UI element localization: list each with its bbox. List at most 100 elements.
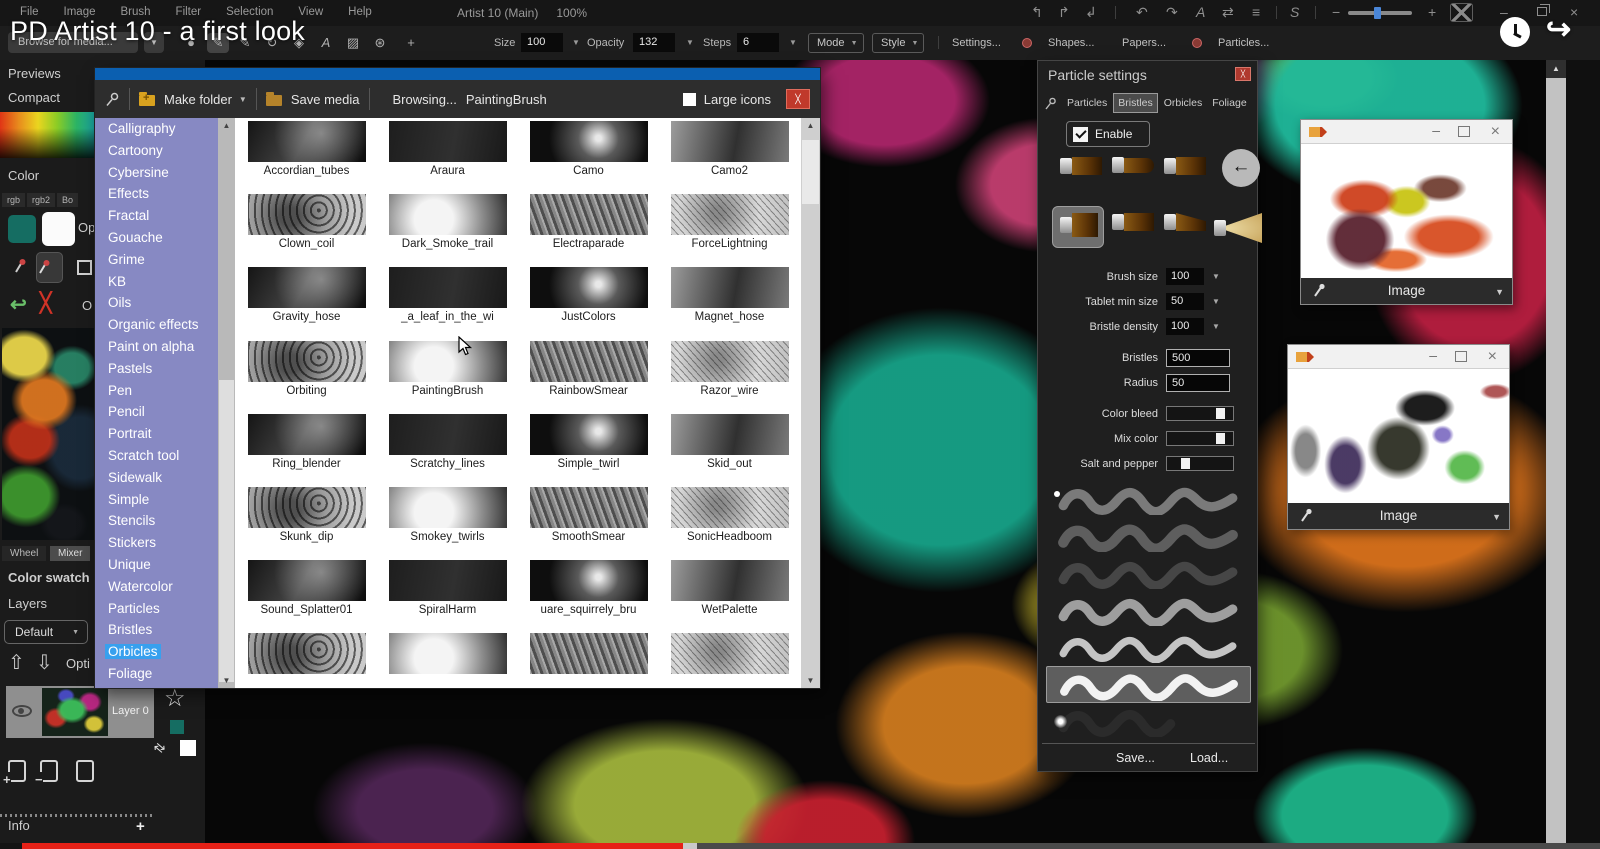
media-item[interactable]: Smokey_twirls (377, 487, 518, 560)
mini-primary-swatch[interactable] (170, 720, 184, 734)
lines-icon[interactable]: ≡ (1252, 4, 1260, 20)
layer-up-icon[interactable]: ⇧ (8, 650, 25, 675)
media-thumbnail[interactable] (389, 341, 507, 382)
media-item[interactable]: Ring_blender (236, 414, 377, 487)
field-input[interactable]: 500 (1166, 349, 1230, 367)
stroke-preset[interactable] (1046, 703, 1251, 740)
stroke-preset[interactable] (1046, 592, 1251, 629)
field-value[interactable]: 100 (1166, 318, 1204, 335)
image-dropdown[interactable]: Image (1301, 283, 1512, 298)
mini-secondary-swatch[interactable] (180, 740, 196, 756)
media-item[interactable]: SonicHeadboom (659, 487, 800, 560)
media-thumbnail[interactable] (389, 414, 507, 455)
layer-down-icon[interactable]: ⇩ (36, 650, 53, 675)
media-thumbnail[interactable] (530, 194, 648, 235)
papers-button[interactable]: Papers... (1122, 37, 1166, 49)
scroll-down-icon[interactable]: ▼ (801, 676, 820, 685)
transform-right-icon[interactable]: ↱ (1058, 4, 1070, 21)
slider-track[interactable] (1166, 431, 1234, 446)
media-item[interactable]: SmoothSmear (518, 487, 659, 560)
brush-preset-round-icon[interactable] (1112, 157, 1154, 173)
category-item[interactable]: Calligraphy (105, 121, 218, 143)
secondary-color-swatch[interactable] (42, 212, 75, 246)
sidebar-checkbox[interactable] (77, 260, 92, 275)
image-canvas[interactable] (1288, 370, 1509, 505)
color-swatch-label[interactable]: Color swatch (8, 570, 90, 585)
color-gradient-picker[interactable] (0, 112, 95, 158)
maximize-icon[interactable] (1458, 126, 1470, 137)
size-dropdown-icon[interactable]: ▼ (572, 38, 580, 47)
brush-preset-flat-icon[interactable] (1060, 157, 1102, 175)
media-thumbnail[interactable] (671, 341, 789, 382)
dropdown-arrow-icon[interactable]: ▼ (1212, 297, 1220, 306)
media-item[interactable]: Simple_twirl (518, 414, 659, 487)
style-dropdown[interactable]: Style (872, 33, 924, 53)
media-item[interactable]: uare_squirrely_bru (518, 560, 659, 633)
brush-preset-flat3-icon[interactable] (1112, 213, 1154, 231)
media-thumbnail[interactable] (530, 414, 648, 455)
steps-value[interactable]: 6 (737, 33, 779, 52)
mode-dropdown[interactable]: Mode (808, 33, 864, 53)
particle-tab[interactable]: Particles (1063, 94, 1111, 112)
field-value[interactable]: 100 (1166, 268, 1204, 285)
toolbox-icon[interactable] (1450, 3, 1473, 22)
compact-label[interactable]: Compact (8, 90, 60, 105)
dialog-titlebar[interactable] (95, 68, 820, 80)
load-button[interactable]: Load... (1190, 751, 1228, 765)
category-item[interactable]: Stickers (105, 535, 218, 557)
particle-tab[interactable]: Foliage (1208, 94, 1250, 112)
category-item[interactable]: Cartoony (105, 143, 218, 165)
color-tab[interactable]: Bo (57, 193, 78, 207)
layer-blend-dropdown[interactable]: Default (4, 620, 88, 644)
media-item[interactable]: Razor_wire (659, 341, 800, 414)
opacity-value[interactable]: 132 (633, 33, 675, 52)
media-thumbnail[interactable] (671, 121, 789, 162)
scrollbar-thumb[interactable] (219, 380, 234, 682)
primary-color-swatch[interactable] (8, 215, 36, 243)
media-thumbnail[interactable] (248, 341, 366, 382)
alpha-brush-icon[interactable]: A (315, 33, 337, 53)
mixer-tab[interactable]: Mixer (50, 546, 90, 561)
category-item[interactable]: Unique (105, 557, 218, 579)
stroke-preset[interactable] (1046, 629, 1251, 666)
info-label[interactable]: Info (8, 818, 30, 833)
category-item[interactable]: Pencil (105, 404, 218, 426)
star-brush-icon[interactable]: ⊛ (369, 33, 391, 53)
category-item[interactable]: Portrait (105, 426, 218, 448)
media-item[interactable]: Accordian_tubes (236, 121, 377, 194)
media-thumbnail[interactable] (530, 267, 648, 308)
media-item[interactable]: Sound_Splatter01 (236, 560, 377, 633)
media-thumbnail[interactable] (671, 633, 789, 674)
scrollbar-thumb[interactable] (802, 140, 819, 204)
zoom-in-icon[interactable]: + (1428, 4, 1436, 20)
pencil-box-icon[interactable]: ▨ (342, 33, 364, 53)
category-item[interactable]: Simple (105, 492, 218, 514)
media-item[interactable]: Orbiting (236, 341, 377, 414)
particle-tab[interactable]: Orbicles (1160, 94, 1207, 112)
eye-icon[interactable] (12, 705, 32, 717)
media-thumbnail[interactable] (530, 341, 648, 382)
media-thumbnail[interactable] (248, 414, 366, 455)
watch-later-clock-icon[interactable] (1500, 17, 1530, 47)
category-item[interactable]: Grime (105, 252, 218, 274)
media-thumbnail[interactable] (389, 633, 507, 674)
opacity-dropdown-icon[interactable]: ▼ (686, 38, 694, 47)
scroll-down-icon[interactable]: ▼ (218, 676, 235, 685)
brush-preset-square-icon-selected[interactable] (1060, 213, 1098, 237)
dropdown-arrow-icon[interactable]: ▼ (1212, 322, 1220, 331)
media-thumbnail[interactable] (248, 487, 366, 528)
steps-dropdown-icon[interactable]: ▼ (789, 38, 797, 47)
dropdown-arrow-icon[interactable]: ▼ (1492, 512, 1501, 522)
close-window-icon[interactable]: × (1491, 123, 1500, 141)
transform-down-icon[interactable]: ↲ (1085, 4, 1097, 21)
image-canvas[interactable] (1301, 145, 1512, 280)
media-thumbnail[interactable] (671, 560, 789, 601)
category-item[interactable]: Fractal (105, 208, 218, 230)
media-item[interactable]: Skid_out (659, 414, 800, 487)
slider-track[interactable] (1166, 406, 1234, 421)
category-item[interactable]: Stencils (105, 513, 218, 535)
undo-icon[interactable]: ↶ (1136, 4, 1148, 21)
close-icon[interactable]: ╳ (786, 89, 810, 109)
category-item[interactable]: Scratch tool (105, 448, 218, 470)
media-item[interactable]: Dark_Smoke_trail (377, 194, 518, 267)
